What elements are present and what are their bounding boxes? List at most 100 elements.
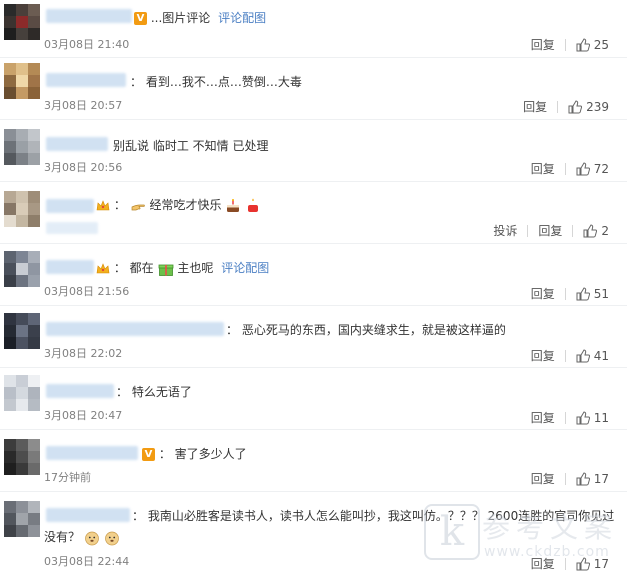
reply-button[interactable]: 回复 <box>523 98 547 115</box>
doge-emoji-icon <box>104 531 119 545</box>
comment-text-line-2: 没有？ <box>44 528 120 546</box>
comment-text: 别乱说 临时工 不知情 已处理 <box>113 139 269 153</box>
avatar[interactable] <box>4 501 40 537</box>
like-count: 2 <box>601 223 609 238</box>
reply-button[interactable]: 回复 <box>531 470 555 487</box>
username-redacted[interactable] <box>46 73 126 87</box>
comment-text-line: ： 特么无语了 <box>116 385 192 399</box>
reply-button[interactable]: 回复 <box>538 222 562 239</box>
divider <box>527 224 529 237</box>
thumbs-up-icon <box>576 410 590 424</box>
comment-text: 特么无语了 <box>131 385 192 399</box>
like-button[interactable]: 72 <box>576 162 609 176</box>
divider <box>564 349 566 362</box>
comment-text-line: ： 都在 主也呢 评论配图 <box>96 259 269 277</box>
username-redacted[interactable] <box>46 322 224 336</box>
divider <box>564 557 566 570</box>
reply-button[interactable]: 回复 <box>531 160 555 177</box>
username-redacted[interactable] <box>46 446 138 460</box>
thumbs-up-icon <box>576 556 590 570</box>
comment-actions: 回复 41 <box>531 347 609 364</box>
timestamp: 3月08日 20:56 <box>44 161 123 174</box>
like-button[interactable]: 17 <box>576 472 609 486</box>
comment-row: 别乱说 临时工 不知情 已处理 3月08日 20:56 回复 72 <box>0 119 627 182</box>
comment-text-cont: 没有？ <box>44 530 81 544</box>
avatar[interactable] <box>4 439 40 475</box>
thumbs-up-icon <box>576 348 590 362</box>
comment-actions: 回复 17 <box>531 470 609 487</box>
comment-image-link[interactable]: 评论配图 <box>218 11 266 25</box>
username-redacted[interactable] <box>46 9 132 23</box>
comment-actions: 回复 17 <box>531 555 609 572</box>
username-redacted[interactable] <box>46 260 94 274</box>
comment-row: ： 经常吃才快乐 投诉 回复 2 <box>0 181 627 244</box>
comment-actions: 投诉 回复 2 <box>493 222 609 239</box>
username-redacted[interactable] <box>46 199 94 213</box>
avatar[interactable] <box>4 191 40 227</box>
comment-text-line: V ...图片评论 评论配图 <box>134 9 266 26</box>
like-count: 51 <box>593 286 609 301</box>
crown-icon <box>96 199 110 210</box>
comment-text: 经常吃才快乐 <box>149 198 222 212</box>
comment-text: 都在 <box>129 261 154 275</box>
comment-text: ...图片评论 <box>150 11 211 25</box>
like-button[interactable]: 11 <box>576 411 609 425</box>
divider <box>564 287 566 300</box>
comment-text-line: ： 经常吃才快乐 <box>96 196 261 214</box>
comment-row: ： 都在 主也呢 评论配图 03月08日 21:56 回复 51 <box>0 243 627 306</box>
like-count: 17 <box>593 556 609 571</box>
like-button[interactable]: 239 <box>568 100 609 114</box>
comment-row: ： 看到…我不…点…赞倒…大毒 3月08日 20:57 回复 239 <box>0 57 627 120</box>
comment-text: 我南山必胜客是读书人，读书人怎么能叫抄，我这叫仿。？？？ 2600连胜的官司你见… <box>147 509 615 523</box>
reply-button[interactable]: 回复 <box>531 409 555 426</box>
username-redacted[interactable] <box>46 137 108 151</box>
timestamp: 3月08日 20:47 <box>44 409 123 422</box>
timestamp: 03月08日 21:40 <box>44 38 130 51</box>
like-button[interactable]: 41 <box>576 349 609 363</box>
verified-badge-icon: V <box>134 12 147 25</box>
thumbs-up-icon <box>576 37 590 51</box>
avatar[interactable] <box>4 313 40 349</box>
reply-button[interactable]: 回复 <box>531 285 555 302</box>
comment-text-line: ： 看到…我不…点…赞倒…大毒 <box>130 75 302 89</box>
avatar[interactable] <box>4 251 40 287</box>
timestamp: 03月08日 22:44 <box>44 555 130 568</box>
like-button[interactable]: 17 <box>576 557 609 571</box>
like-count: 239 <box>586 99 609 114</box>
thumbs-up-icon <box>576 286 590 300</box>
divider <box>564 472 566 485</box>
comment-actions: 回复 239 <box>523 98 609 115</box>
thumbs-up-icon <box>576 161 590 175</box>
reply-button[interactable]: 回复 <box>531 555 555 572</box>
avatar[interactable] <box>4 375 40 411</box>
comment-row: V ： 害了多少人了 17分钟前 回复 17 <box>0 429 627 492</box>
comment-actions: 回复 51 <box>531 285 609 302</box>
avatar[interactable] <box>4 63 40 99</box>
candle-cake-icon <box>248 198 259 212</box>
timestamp: 17分钟前 <box>44 471 91 484</box>
comment-actions: 回复 11 <box>531 409 609 426</box>
reply-button[interactable]: 回复 <box>531 36 555 53</box>
avatar[interactable] <box>4 4 40 40</box>
like-button[interactable]: 25 <box>576 38 609 52</box>
doge-emoji-icon <box>84 531 99 545</box>
username-redacted[interactable] <box>46 384 114 398</box>
timestamp: 3月08日 20:57 <box>44 99 123 112</box>
timestamp: 3月08日 22:02 <box>44 347 123 360</box>
thumbs-up-icon <box>568 99 583 113</box>
crown-icon <box>96 262 110 273</box>
timestamp: 03月08日 21:56 <box>44 285 130 298</box>
comment-text-line: ： 我南山必胜客是读书人，读书人怎么能叫抄，我这叫仿。？？？ 2600连胜的官司… <box>132 509 615 523</box>
reply-button[interactable]: 回复 <box>531 347 555 364</box>
comment-image-link[interactable]: 评论配图 <box>221 261 269 275</box>
comment-row: ： 特么无语了 3月08日 20:47 回复 11 <box>0 367 627 430</box>
like-count: 17 <box>593 471 609 486</box>
like-count: 11 <box>593 410 609 425</box>
avatar[interactable] <box>4 129 40 165</box>
like-button[interactable]: 51 <box>576 287 609 301</box>
like-count: 41 <box>593 348 609 363</box>
report-button[interactable]: 投诉 <box>493 222 517 239</box>
like-button[interactable]: 2 <box>583 224 609 238</box>
username-redacted[interactable] <box>46 508 130 522</box>
divider <box>557 100 559 113</box>
